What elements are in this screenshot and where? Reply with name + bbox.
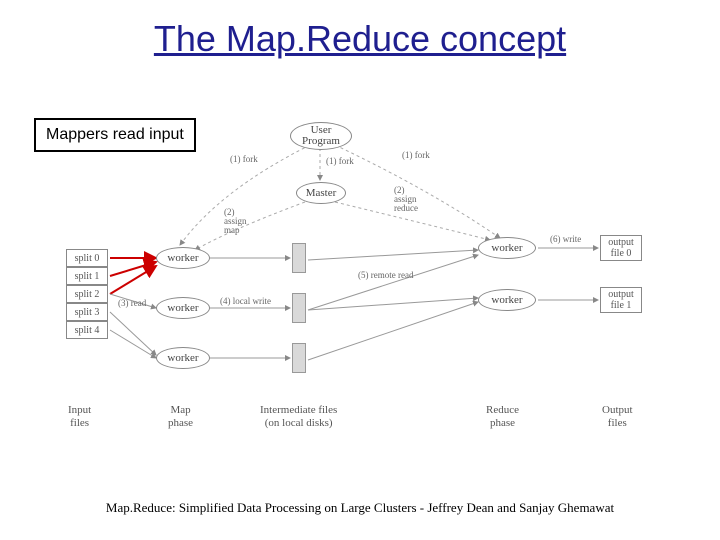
label-read: (3) read bbox=[118, 298, 146, 308]
phase-intermediate: Intermediate files (on local disks) bbox=[260, 404, 337, 430]
label-fork-1: (1) fork bbox=[230, 154, 258, 164]
label-fork-2: (1) fork bbox=[326, 156, 354, 166]
output-file-0: output file 0 bbox=[600, 235, 642, 261]
citation: Map.Reduce: Simplified Data Processing o… bbox=[0, 500, 720, 516]
node-map-worker-0: worker bbox=[156, 247, 210, 269]
phase-reduce: Reduce phase bbox=[486, 404, 519, 430]
split-1: split 1 bbox=[66, 267, 108, 285]
label-local-write: (4) local write bbox=[220, 296, 271, 306]
node-reduce-worker-0: worker bbox=[478, 237, 536, 259]
label-fork-3: (1) fork bbox=[402, 150, 430, 160]
diagram-edges bbox=[60, 130, 660, 460]
split-4: split 4 bbox=[66, 321, 108, 339]
phase-input: Input files bbox=[68, 404, 91, 430]
output-file-1: output file 1 bbox=[600, 287, 642, 313]
label-write: (6) write bbox=[550, 234, 581, 244]
split-3: split 3 bbox=[66, 303, 108, 321]
label-remote-read: (5) remote read bbox=[358, 270, 413, 280]
phase-map: Map phase bbox=[168, 404, 193, 430]
label-assign-map: (2) assign map bbox=[224, 208, 247, 235]
intermediate-1 bbox=[292, 293, 306, 323]
page-title: The Map.Reduce concept bbox=[0, 18, 720, 60]
node-reduce-worker-1: worker bbox=[478, 289, 536, 311]
mapreduce-diagram: User Program Master worker worker worker… bbox=[60, 130, 660, 460]
split-2: split 2 bbox=[66, 285, 108, 303]
node-user-program: User Program bbox=[290, 122, 352, 150]
node-map-worker-2: worker bbox=[156, 347, 210, 369]
split-0: split 0 bbox=[66, 249, 108, 267]
intermediate-0 bbox=[292, 243, 306, 273]
phase-output: Output files bbox=[602, 404, 633, 430]
node-map-worker-1: worker bbox=[156, 297, 210, 319]
intermediate-2 bbox=[292, 343, 306, 373]
node-master: Master bbox=[296, 182, 346, 204]
label-assign-reduce: (2) assign reduce bbox=[394, 186, 418, 213]
